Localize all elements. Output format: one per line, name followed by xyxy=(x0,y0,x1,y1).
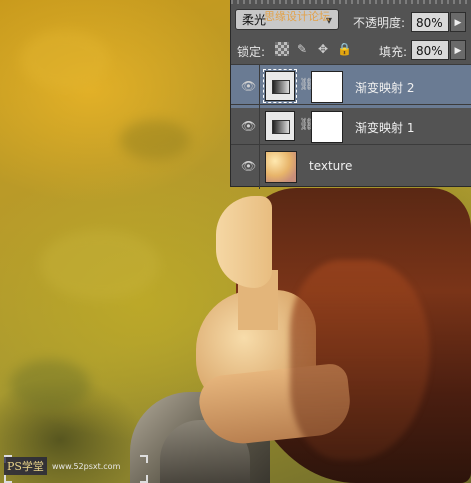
eye-visibility-icon[interactable]: 👁 xyxy=(241,119,256,133)
texture-layer-thumbnail[interactable] xyxy=(265,151,297,183)
fill-label: 填充: xyxy=(379,45,408,59)
row-divider xyxy=(259,105,260,149)
fill-dropdown-button[interactable]: ▶ xyxy=(450,40,466,60)
gradient-map-adjustment-icon[interactable] xyxy=(263,69,297,103)
woman-face xyxy=(216,196,272,288)
layer-mask-thumbnail[interactable] xyxy=(311,111,343,143)
panel-top-edge xyxy=(231,0,471,4)
layer-name[interactable]: texture xyxy=(309,159,352,173)
opacity-input[interactable]: 80% xyxy=(411,12,449,32)
eye-visibility-icon[interactable]: 👁 xyxy=(241,79,256,93)
layer-mask-thumbnail[interactable] xyxy=(311,71,343,103)
lock-transparency-icon[interactable] xyxy=(275,42,289,56)
layer-row-gradient-map-1[interactable]: 👁 ⛓ 渐变映射 1 xyxy=(231,104,471,149)
lock-all-padlock-icon[interactable]: 🔒 xyxy=(337,42,352,56)
site-url: www.52psxt.com xyxy=(52,462,121,471)
opacity-dropdown-button[interactable]: ▶ xyxy=(450,12,466,32)
layer-name[interactable]: 渐变映射 2 xyxy=(355,79,414,96)
site-logo: PS学堂 xyxy=(4,457,47,475)
layer-row-gradient-map-2[interactable]: 👁 ⛓ 渐变映射 2 xyxy=(231,64,471,109)
row-divider xyxy=(259,65,260,109)
gradient-map-adjustment-icon[interactable] xyxy=(265,111,295,141)
layer-row-texture[interactable]: 👁 texture xyxy=(231,144,471,189)
texture-patch xyxy=(20,30,110,90)
texture-patch xyxy=(10,360,90,410)
texture-patch xyxy=(120,120,190,160)
forum-watermark: 思缘设计论坛 xyxy=(264,10,330,23)
logo-corner xyxy=(140,475,148,483)
eye-visibility-icon[interactable]: 👁 xyxy=(241,159,256,173)
opacity-label: 不透明度: xyxy=(353,16,406,30)
logo-corner xyxy=(140,455,148,463)
logo-corner xyxy=(4,475,12,483)
layers-panel: 柔光 ▾ 不透明度: 80% ▶ 锁定: ✎ ✥ 🔒 填充: 80% ▶ 👁 ⛓… xyxy=(230,0,471,189)
blend-mode-value: 柔光 xyxy=(242,13,267,27)
fill-input[interactable]: 80% xyxy=(411,40,449,60)
lock-paint-brush-icon[interactable]: ✎ xyxy=(295,42,309,56)
layer-name[interactable]: 渐变映射 1 xyxy=(355,119,414,136)
lock-label: 锁定: xyxy=(237,45,266,59)
texture-patch xyxy=(40,230,160,300)
lock-position-move-icon[interactable]: ✥ xyxy=(316,42,330,56)
row-divider xyxy=(259,145,260,189)
